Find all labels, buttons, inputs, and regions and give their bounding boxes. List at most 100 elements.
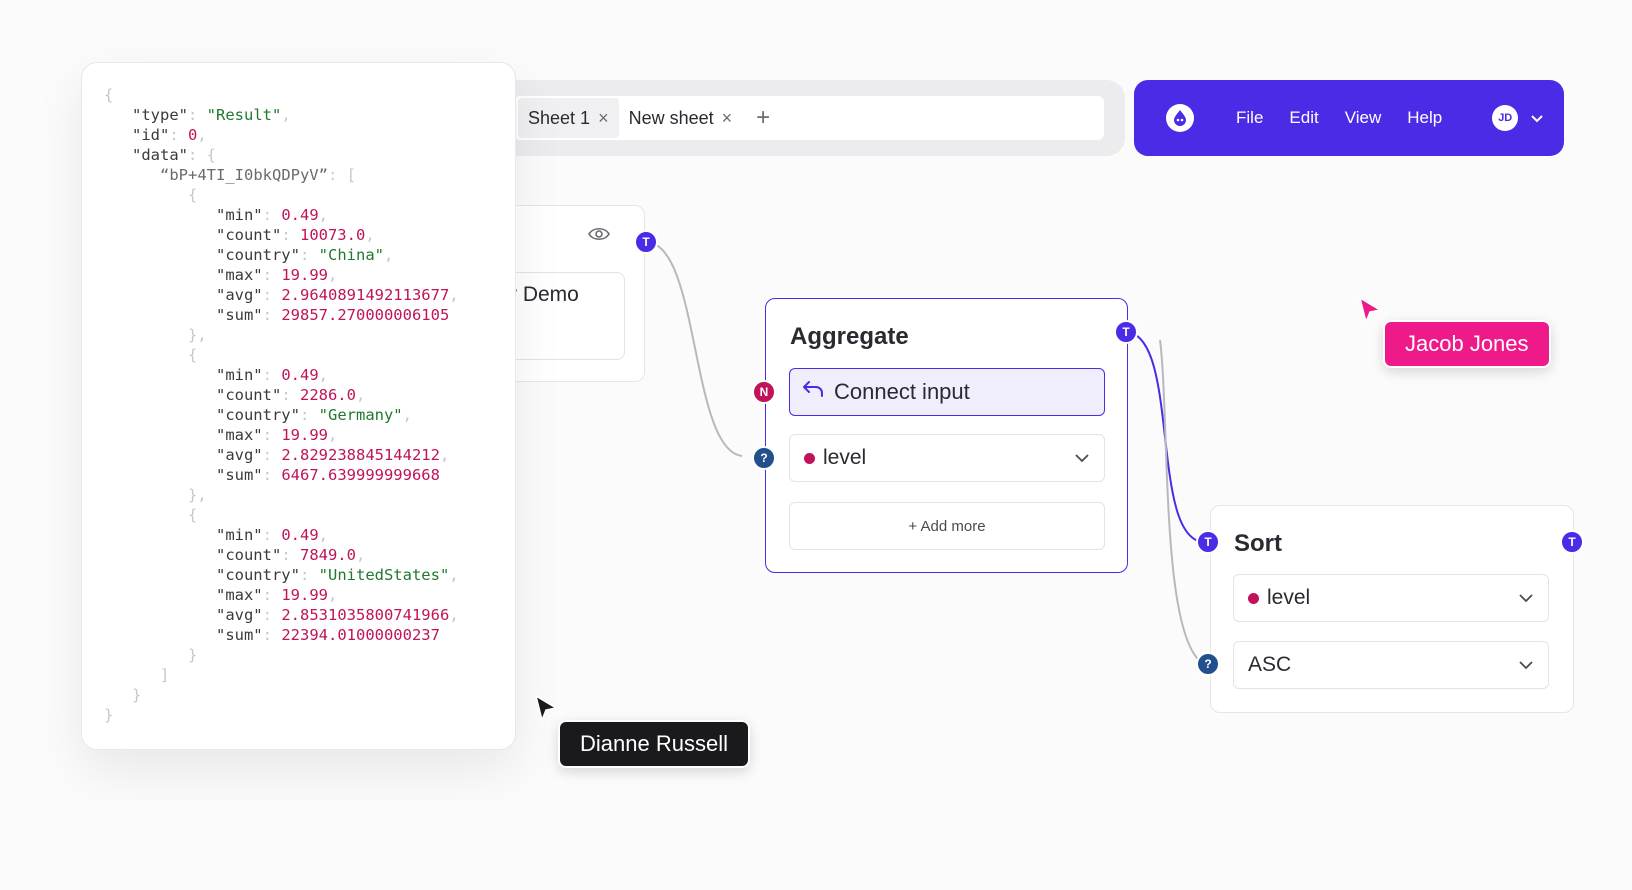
sort-field-select[interactable]: level [1233, 574, 1549, 622]
json-line: "sum": 22394.01000000237 [104, 625, 515, 645]
json-token: "avg" [215, 606, 263, 624]
json-token: "count" [215, 546, 282, 564]
menu-file[interactable]: File [1236, 108, 1263, 128]
json-line: "country": "UnitedStates", [104, 565, 515, 585]
aggregate-field-select[interactable]: level [789, 434, 1105, 482]
input-port-question[interactable]: ? [752, 446, 776, 470]
json-token: : { [188, 146, 216, 164]
app-logo-icon[interactable] [1166, 104, 1194, 132]
json-token: "Result" [206, 106, 282, 124]
chevron-down-icon[interactable] [1530, 113, 1544, 123]
json-token: : [169, 126, 188, 144]
json-token: , [402, 406, 412, 424]
json-token: "data" [132, 146, 188, 164]
sort-order-select[interactable]: ASC [1233, 641, 1549, 689]
chevron-down-icon [1518, 660, 1534, 670]
eye-icon[interactable] [588, 226, 610, 247]
json-token: : [262, 286, 282, 304]
json-line: "count": 10073.0, [104, 225, 515, 245]
undo-arrow-icon [802, 379, 824, 405]
json-token: "max" [215, 586, 263, 604]
json-line: "id": 0, [104, 125, 515, 145]
json-token: 2.9640891492113677 [281, 286, 450, 304]
add-more-button[interactable]: + Add more [789, 502, 1105, 550]
json-token: : [281, 546, 300, 564]
json-token: 29857.270000006105 [281, 306, 450, 324]
connect-input-button[interactable]: Connect input [789, 368, 1105, 416]
json-line: } [104, 685, 515, 705]
json-token: : [262, 446, 282, 464]
json-token: "UnitedStates" [318, 566, 450, 584]
output-port-t[interactable]: T [1114, 320, 1138, 344]
output-port-t[interactable]: T [1560, 530, 1584, 554]
json-token: : [262, 466, 282, 484]
json-token: , [449, 606, 459, 624]
input-port-n[interactable]: N [752, 380, 776, 404]
chevron-down-icon [1074, 453, 1090, 463]
menubar: File Edit View Help JD [1134, 80, 1564, 156]
json-token: : [ [327, 166, 356, 184]
json-line: "count": 7849.0, [104, 545, 515, 565]
json-token: 10073.0 [299, 226, 366, 244]
json-token: : [281, 386, 300, 404]
json-token: , [318, 206, 328, 224]
json-result-panel: { "type": "Result", "id": 0, "data": { “… [81, 62, 516, 750]
json-token: “bP+4TI_I0bkQDPyV” [160, 166, 328, 184]
json-token: : [262, 426, 282, 444]
json-line: "country": "China", [104, 245, 515, 265]
field-dot-icon [1248, 592, 1259, 604]
input-port-question[interactable]: ? [1196, 652, 1220, 676]
avatar[interactable]: JD [1492, 105, 1519, 131]
menu-edit[interactable]: Edit [1289, 108, 1318, 128]
menu-help[interactable]: Help [1407, 108, 1442, 128]
input-port-t[interactable]: T [1196, 530, 1220, 554]
menu-view[interactable]: View [1345, 108, 1382, 128]
json-token: , [439, 446, 450, 464]
json-token: , [328, 586, 338, 604]
json-token: : [188, 106, 207, 124]
json-token: : [299, 566, 319, 584]
output-port-t[interactable]: T [634, 230, 658, 254]
json-token: , [197, 126, 207, 144]
json-line: "sum": 6467.639999999668 [104, 465, 515, 485]
json-token: 0.49 [281, 366, 319, 384]
json-token: "count" [215, 386, 282, 404]
close-icon[interactable]: × [722, 108, 733, 129]
wire-hidden-to-aggregate [645, 241, 743, 457]
json-token: } [104, 706, 114, 724]
json-token: } [104, 686, 142, 704]
json-token: 22394.01000000237 [281, 626, 440, 644]
tab-new-sheet[interactable]: New sheet × [619, 98, 743, 138]
select-value: level [1267, 586, 1311, 609]
json-token: "max" [215, 426, 263, 444]
json-token: : [262, 366, 282, 384]
json-token: : [262, 606, 282, 624]
collaborator-tag-dianne: Dianne Russell [558, 720, 750, 768]
wire-aggregate-to-sort-order [1159, 339, 1205, 665]
json-token: , [383, 246, 394, 264]
json-token: 2.8531035800741966 [281, 606, 450, 624]
close-icon[interactable]: × [598, 108, 609, 129]
json-line: "avg": 2.829238845144212, [104, 445, 515, 465]
node-title: Aggregate [790, 323, 909, 350]
wire-aggregate-to-sort [1127, 331, 1205, 543]
add-tab-button[interactable]: + [742, 106, 784, 130]
json-line: "country": "Germany", [104, 405, 515, 425]
json-token: "country" [215, 406, 300, 424]
sheet-tabbar: Sheet 1 × New sheet × + [514, 96, 1104, 140]
json-token: , [365, 226, 375, 244]
tab-sheet-1[interactable]: Sheet 1 × [518, 98, 619, 138]
json-line: { [104, 185, 515, 205]
json-token: 19.99 [281, 586, 328, 604]
cursor-pointer-icon [1358, 296, 1384, 331]
json-token: 0.49 [281, 206, 319, 224]
json-token: 0.49 [281, 526, 319, 544]
json-token: { [104, 346, 198, 364]
